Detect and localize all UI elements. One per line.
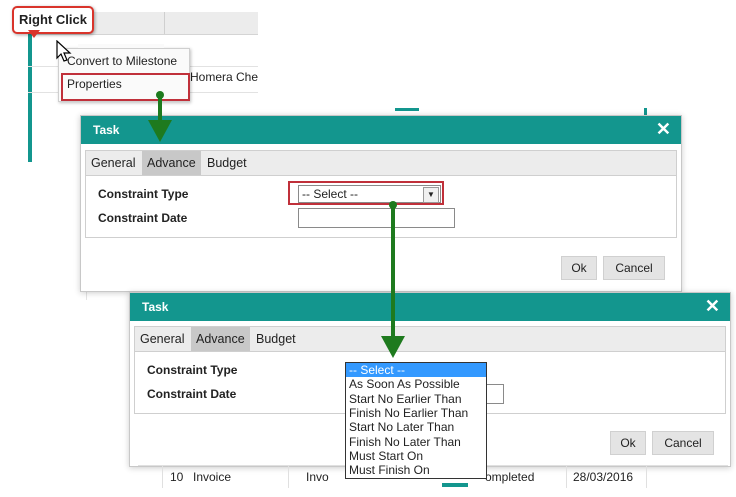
arrow-select-to-dropdown bbox=[381, 201, 405, 358]
flow-arrows bbox=[148, 91, 405, 358]
arrow-properties-to-dialog bbox=[148, 91, 172, 142]
